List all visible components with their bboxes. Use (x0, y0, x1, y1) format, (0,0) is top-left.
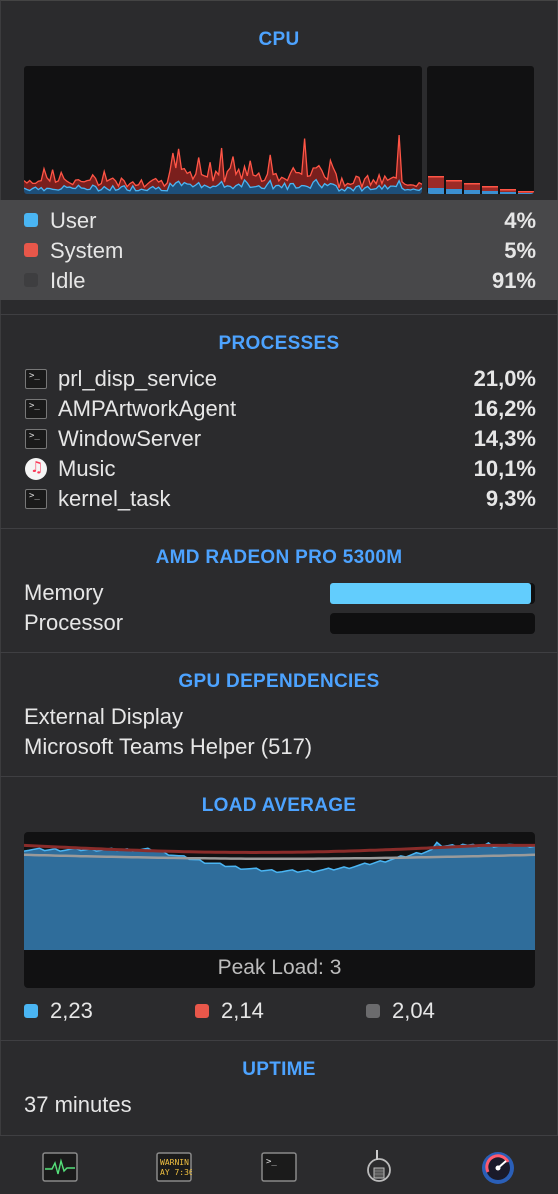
core-user-bar (500, 192, 516, 194)
core-user-bar (446, 189, 462, 194)
load-15min-value: 2,04 (392, 998, 435, 1023)
cpu-history-graph (24, 66, 422, 194)
core-top-edge (446, 180, 462, 182)
cpu-system-label: System (50, 238, 124, 263)
terminal-icon: >_ (25, 399, 47, 419)
divider (0, 776, 558, 777)
core-user-bar (464, 190, 480, 194)
core-user-bar (428, 188, 444, 194)
processes-title: PROCESSES (218, 333, 340, 354)
gpu-memory-fill (330, 583, 531, 604)
cpu-cores-svg (428, 176, 534, 194)
process-value: 9,3% (485, 486, 536, 511)
music-app-icon: ♫ (25, 458, 47, 480)
core-top-edge (482, 186, 498, 188)
user-swatch (24, 213, 38, 227)
cpu-core-bars (427, 66, 534, 194)
terminal-icon: >_ (25, 489, 47, 509)
gpu-dependencies-title: GPU DEPENDENCIES (178, 671, 380, 692)
terminal-icon: >_ (25, 369, 47, 389)
divider (0, 528, 558, 529)
cpu-user-value: 4% (504, 208, 536, 233)
core-top-edge (518, 191, 534, 193)
gpu-dependency-item: Microsoft Teams Helper (517) (24, 734, 313, 759)
process-name: WindowServer (58, 426, 202, 451)
gpu-processor-label: Processor (24, 610, 124, 635)
load-average-title: LOAD AVERAGE (201, 795, 357, 816)
core-system-bar (428, 176, 444, 188)
load-1min-value: 2,23 (50, 998, 93, 1023)
terminal-icon[interactable]: >_ (261, 1152, 297, 1187)
cpu-title: CPU (258, 29, 300, 50)
core-top-edge (500, 189, 516, 191)
process-value: 21,0% (473, 366, 536, 391)
uptime-title: UPTIME (242, 1059, 316, 1080)
activity-monitor-icon[interactable] (42, 1152, 78, 1187)
process-name: Music (58, 456, 116, 481)
idle-swatch (24, 273, 38, 287)
process-value: 10,1% (473, 456, 536, 481)
system-swatch (24, 243, 38, 257)
core-top-edge (464, 183, 480, 185)
system-information-icon[interactable] (364, 1148, 398, 1193)
gpu-dependency-item: External Display (24, 704, 183, 729)
cpu-idle-value: 91% (491, 268, 536, 293)
cpu-history-svg (24, 135, 422, 194)
console-time-text: AY 7:36 (160, 1168, 192, 1177)
load-1min-swatch (24, 1004, 38, 1018)
gpu-title: AMD RADEON PRO 5300M (155, 547, 403, 568)
load-15min-swatch (366, 1004, 380, 1018)
console-warning-text: WARNIN (160, 1158, 189, 1167)
process-name: kernel_task (58, 486, 171, 511)
console-icon[interactable]: WARNIN AY 7:36 (156, 1152, 194, 1187)
load-5min-swatch (195, 1004, 209, 1018)
load-average-graph: Peak Load: 3 (24, 832, 535, 988)
cpu-idle-label: Idle (50, 268, 86, 293)
peak-load-label: Peak Load: 3 (217, 956, 342, 979)
process-value: 16,2% (473, 396, 536, 421)
istat-menus-icon[interactable] (480, 1150, 516, 1191)
load-average-svg (24, 841, 535, 950)
process-name: AMPArtworkAgent (58, 396, 237, 421)
divider (0, 652, 558, 653)
svg-text:>_: >_ (266, 1157, 277, 1167)
terminal-icon: >_ (25, 429, 47, 449)
core-user-bar (518, 193, 534, 194)
load-5min-value: 2,14 (221, 998, 264, 1023)
uptime-value: 37 minutes (24, 1092, 132, 1117)
process-name: prl_disp_service (58, 366, 217, 391)
gpu-memory-label: Memory (24, 580, 104, 605)
process-value: 14,3% (473, 426, 536, 451)
gpu-memory-bar (330, 583, 535, 604)
cpu-user-label: User (50, 208, 97, 233)
gpu-processor-bar (330, 613, 535, 634)
core-top-edge (428, 176, 444, 178)
cpu-system-value: 5% (504, 238, 536, 263)
divider (0, 314, 558, 315)
core-user-bar (482, 191, 498, 194)
divider (0, 1040, 558, 1041)
